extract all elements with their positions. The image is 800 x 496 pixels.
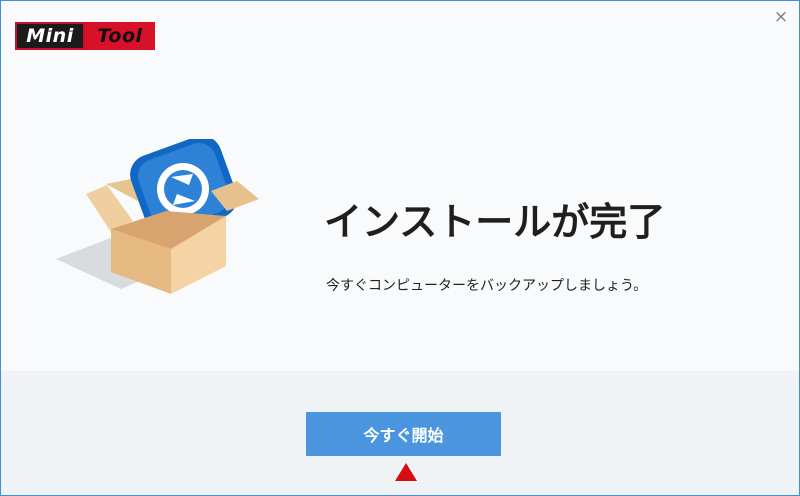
start-now-button[interactable]: 今すぐ開始 <box>306 412 501 456</box>
box-with-app-icon <box>56 135 259 294</box>
close-icon[interactable]: × <box>771 7 791 27</box>
page-title: インストールが完了 <box>324 200 666 244</box>
subtitle-text: 今すぐコンピューターをバックアップしましょう。 <box>326 278 648 294</box>
installer-window: Mini Tool × インストールが完了 今すぐコンピューターをバックアップし… <box>0 0 800 496</box>
box-illustration <box>41 135 271 299</box>
logo-mini: Mini <box>15 22 85 50</box>
logo-tool: Tool <box>85 22 155 50</box>
minitool-logo: Mini Tool <box>15 22 155 50</box>
red-arrow-annotation <box>395 463 417 481</box>
